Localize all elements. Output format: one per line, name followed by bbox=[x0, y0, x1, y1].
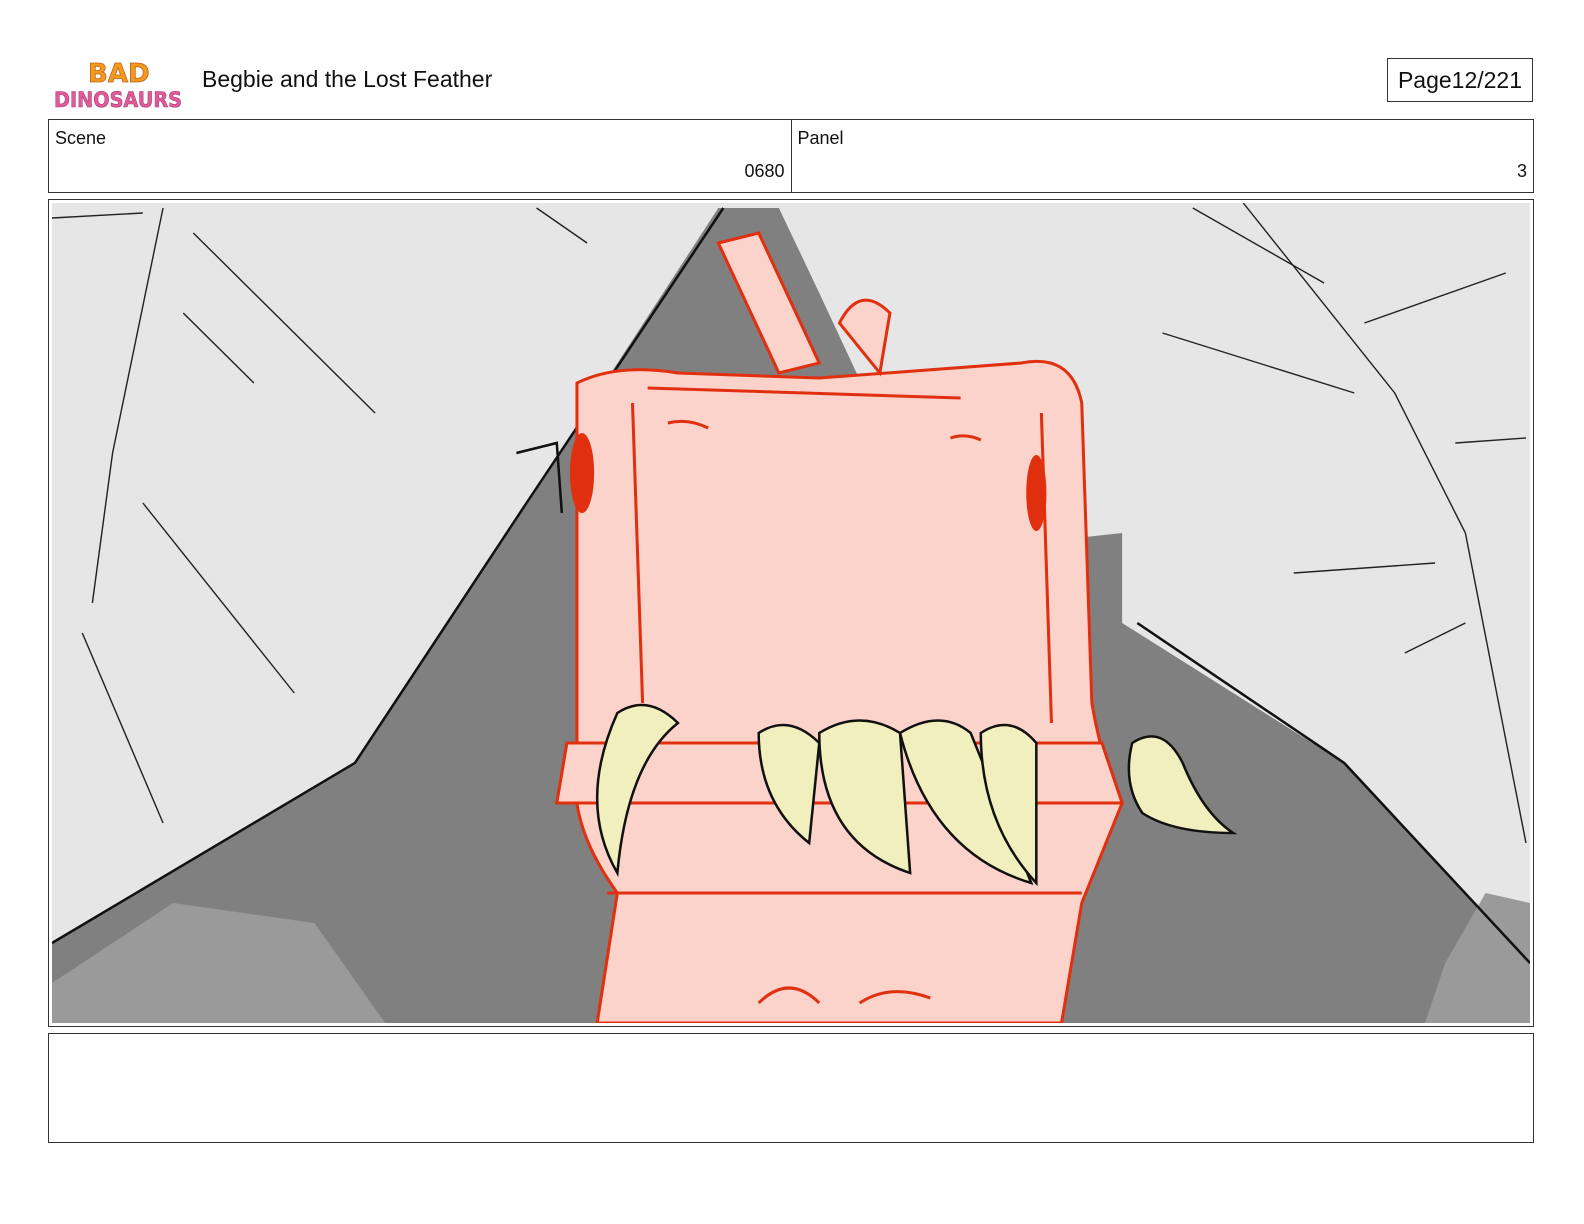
scene-label: Scene bbox=[55, 128, 107, 148]
scene-value: 0680 bbox=[744, 161, 785, 181]
panel-label: Panel bbox=[797, 128, 844, 148]
logo-text-bottom: DINOSAURS bbox=[54, 88, 182, 112]
logo-text-top: BAD bbox=[88, 59, 150, 89]
storyboard-drawing bbox=[52, 203, 1530, 1023]
panel-value: 3 bbox=[1516, 161, 1527, 181]
scene-panel-info: Scene 0680 Panel 3 bbox=[48, 119, 1534, 193]
scene-cell: Scene 0680 bbox=[49, 120, 791, 192]
page-indicator: Page 12/221 bbox=[1387, 58, 1533, 102]
panel-cell: Panel 3 bbox=[790, 120, 1534, 192]
left-eye bbox=[569, 433, 595, 513]
storyboard-title: Begbie and the Lost Feather bbox=[202, 66, 493, 92]
panel-notes bbox=[48, 1033, 1534, 1143]
page-number: 12/221 bbox=[1451, 66, 1523, 93]
storyboard-frame bbox=[48, 199, 1534, 1027]
bad-dinosaurs-logo: BAD DINOSAURS bbox=[54, 59, 182, 112]
page-label: Page bbox=[1397, 66, 1452, 93]
